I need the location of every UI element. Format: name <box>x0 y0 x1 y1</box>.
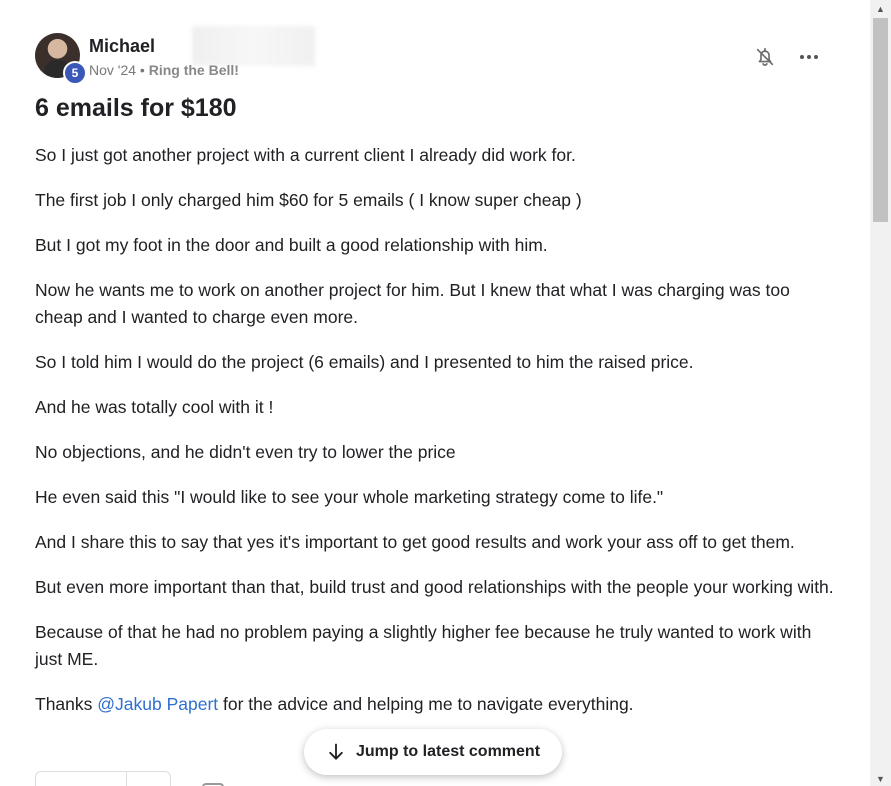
author-name[interactable]: Michael <box>89 36 155 57</box>
scrollbar[interactable]: ▲ ▼ <box>870 0 891 786</box>
jump-label: Jump to latest comment <box>355 743 541 760</box>
post-paragraph: The first job I only charged him $60 for… <box>35 190 582 210</box>
post-header: 5 Michael Nov '24 • Ring the Bell! <box>35 26 835 85</box>
arrow-down-icon <box>329 743 343 760</box>
post-category[interactable]: Ring the Bell! <box>149 62 239 78</box>
post-paragraph: No objections, and he didn't even try to… <box>35 442 456 462</box>
post-paragraph: And he was totally cool with it ! <box>35 397 274 417</box>
more-horizontal-icon[interactable] <box>797 45 821 69</box>
redacted-surname <box>192 26 315 66</box>
scroll-up-arrow-icon[interactable]: ▲ <box>870 2 891 16</box>
post-paragraph: Because of that he had no problem paying… <box>35 622 812 669</box>
level-badge: 5 <box>63 61 87 85</box>
post-body: So I just got another project with a cur… <box>35 142 840 736</box>
thanks-prefix: Thanks <box>35 694 98 714</box>
jump-to-latest-comment-button[interactable]: Jump to latest comment <box>304 729 562 775</box>
post-paragraph: But even more important than that, build… <box>35 577 834 597</box>
bell-off-icon[interactable] <box>754 45 776 69</box>
post-card: 5 Michael Nov '24 • Ring the Bell! 6 ema… <box>0 0 870 786</box>
meta-separator: • <box>139 62 145 78</box>
mention-link[interactable]: @Jakub Papert <box>97 694 218 714</box>
post-paragraph: But I got my foot in the door and built … <box>35 235 548 255</box>
post-date: Nov '24 <box>89 62 137 78</box>
thanks-suffix: for the advice and helping me to navigat… <box>218 694 634 714</box>
post-paragraph: And I share this to say that yes it's im… <box>35 532 795 552</box>
post-title: 6 emails for $180 <box>35 94 237 122</box>
post-paragraph: So I told him I would do the project (6 … <box>35 352 694 372</box>
post-paragraph: Now he wants me to work on another proje… <box>35 280 790 327</box>
post-paragraph: He even said this "I would like to see y… <box>35 487 664 507</box>
reaction-divider <box>126 772 127 786</box>
scrollbar-thumb[interactable] <box>873 18 888 222</box>
post-paragraph: So I just got another project with a cur… <box>35 145 576 165</box>
thanks-paragraph: Thanks @Jakub Papert for the advice and … <box>35 691 840 718</box>
reaction-bar[interactable] <box>35 771 171 786</box>
post-meta: Nov '24 • Ring the Bell! <box>89 62 239 78</box>
scroll-down-arrow-icon[interactable]: ▼ <box>870 772 891 786</box>
